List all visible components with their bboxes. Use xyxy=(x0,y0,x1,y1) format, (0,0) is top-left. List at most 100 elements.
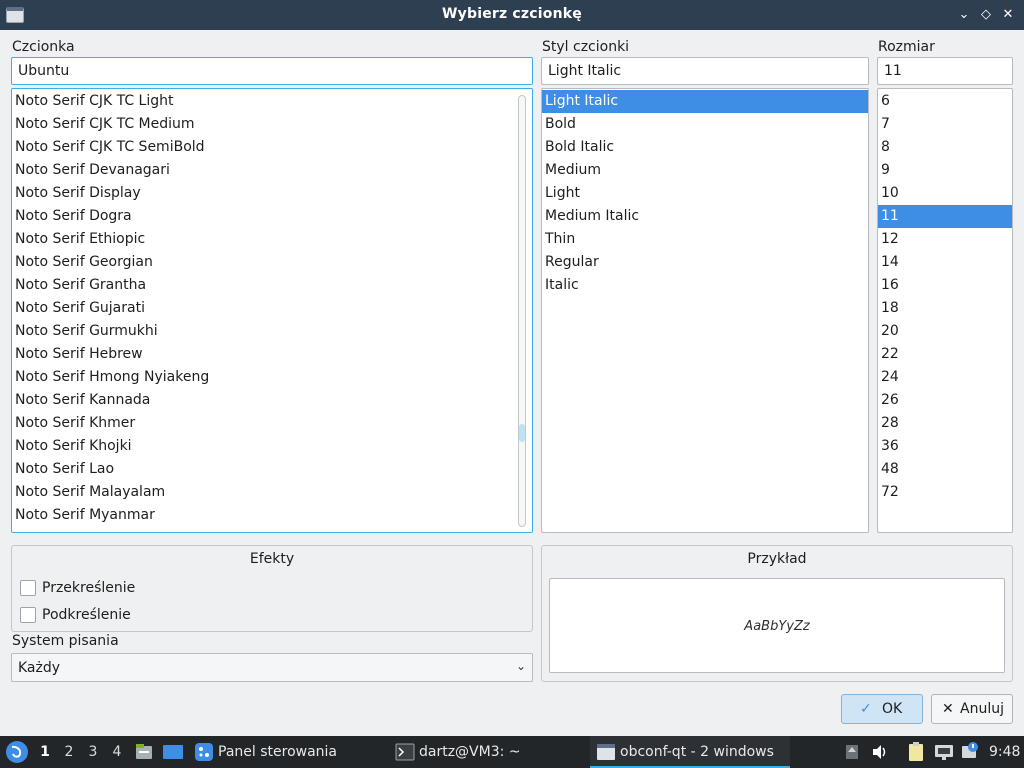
underline-label[interactable]: Podkreślenie xyxy=(42,607,131,623)
size-list-item[interactable]: 72 xyxy=(878,481,1012,504)
font-list-item[interactable]: Noto Serif Devanagari xyxy=(12,159,512,182)
size-list-item[interactable]: 20 xyxy=(878,320,1012,343)
app-menu-icon[interactable] xyxy=(5,740,29,764)
size-list-item[interactable]: 28 xyxy=(878,412,1012,435)
size-list-item[interactable]: 22 xyxy=(878,343,1012,366)
size-list-item[interactable]: 24 xyxy=(878,366,1012,389)
task-control-panel[interactable]: Panel sterowania xyxy=(218,744,337,760)
preview-group: Przykład AaBbYyZz xyxy=(541,545,1013,682)
cancel-button[interactable]: ✕ Anuluj xyxy=(931,694,1013,724)
font-label: Czcionka xyxy=(12,39,75,55)
font-list-item[interactable]: Noto Serif Hmong Nyiakeng xyxy=(12,366,512,389)
ok-button[interactable]: ✓ OK xyxy=(841,694,923,724)
preview-sample: AaBbYyZz xyxy=(744,619,810,634)
terminal-icon[interactable] xyxy=(395,743,415,761)
task-obconf[interactable]: obconf-qt - 2 windows xyxy=(620,744,774,760)
size-list-item[interactable]: 7 xyxy=(878,113,1012,136)
font-list-item[interactable]: Noto Serif CJK TC Light xyxy=(12,90,512,113)
writing-system-value: Każdy xyxy=(18,660,61,676)
font-list-item[interactable]: Noto Serif Khmer xyxy=(12,412,512,435)
font-list-item[interactable]: Noto Serif Kannada xyxy=(12,389,512,412)
font-list-item[interactable]: Noto Serif CJK TC Medium xyxy=(12,113,512,136)
maximize-icon[interactable]: ◇ xyxy=(977,6,995,24)
upload-icon[interactable] xyxy=(844,743,860,761)
style-list-item[interactable]: Thin xyxy=(542,228,868,251)
close-icon: ✕ xyxy=(942,701,954,717)
strikeout-checkbox[interactable] xyxy=(20,580,36,596)
font-list-item[interactable]: Noto Serif CJK TC SemiBold xyxy=(12,136,512,159)
effects-group: Efekty Przekreślenie Podkreślenie xyxy=(11,545,533,632)
style-list-item[interactable]: Italic xyxy=(542,274,868,297)
volume-icon[interactable] xyxy=(871,743,889,761)
file-manager-icon[interactable] xyxy=(134,742,154,762)
font-list-item[interactable]: Noto Serif Dogra xyxy=(12,205,512,228)
desktop-1[interactable]: 1 xyxy=(34,744,56,760)
minimize-icon[interactable]: ⌄ xyxy=(955,6,973,24)
close-icon[interactable]: ✕ xyxy=(999,6,1017,24)
style-list-item[interactable]: Bold Italic xyxy=(542,136,868,159)
style-list-item[interactable]: Medium Italic xyxy=(542,205,868,228)
size-list-item[interactable]: 12 xyxy=(878,228,1012,251)
size-list-item[interactable]: 26 xyxy=(878,389,1012,412)
size-list[interactable]: 6 7 8 9 10 11 12 14 16 18 20 22 24 26 28 36 48 72 xyxy=(877,88,1013,533)
style-list[interactable]: Light Italic Bold Bold Italic Medium Light Me… xyxy=(541,88,869,533)
font-list-scrollbar[interactable] xyxy=(518,95,526,527)
control-panel-icon[interactable] xyxy=(194,742,214,762)
style-label: Styl czcionki xyxy=(542,39,630,55)
font-list-item[interactable]: Noto Serif Gurmukhi xyxy=(12,320,512,343)
style-list-item[interactable]: Light Italic xyxy=(542,90,868,113)
window-titlebar[interactable]: Wybierz czcionkę ⌄ ◇ ✕ xyxy=(0,0,1024,30)
style-input[interactable]: Light Italic xyxy=(541,57,869,85)
font-list-item[interactable]: Noto Serif Ethiopic xyxy=(12,228,512,251)
underline-checkbox[interactable] xyxy=(20,607,36,623)
font-list-item[interactable]: Noto Serif Hebrew xyxy=(12,343,512,366)
font-list-item[interactable]: Noto Serif Grantha xyxy=(12,274,512,297)
strikeout-label[interactable]: Przekreślenie xyxy=(42,580,135,596)
desktop-2[interactable]: 2 xyxy=(58,744,80,760)
window-icon xyxy=(597,744,615,760)
network-icon[interactable] xyxy=(933,742,955,762)
size-label: Rozmiar xyxy=(878,39,935,55)
chevron-down-icon: ⌄ xyxy=(515,659,526,673)
task-terminal[interactable]: dartz@VM3: ~ xyxy=(419,744,521,760)
size-list-item[interactable]: 6 xyxy=(878,90,1012,113)
preview-box: AaBbYyZz xyxy=(549,578,1005,673)
font-list[interactable]: Noto Serif CJK TC Light Noto Serif CJK TC… xyxy=(11,88,533,533)
size-list-item[interactable]: 48 xyxy=(878,458,1012,481)
size-list-item[interactable]: 14 xyxy=(878,251,1012,274)
font-list-item[interactable]: Noto Serif Myanmar xyxy=(12,504,512,527)
font-list-item[interactable]: Noto Serif Gujarati xyxy=(12,297,512,320)
style-list-item[interactable]: Light xyxy=(542,182,868,205)
clock[interactable]: 9:48 xyxy=(989,744,1020,760)
size-list-item[interactable]: 10 xyxy=(878,182,1012,205)
writing-system-combobox[interactable]: Każdy ⌄ xyxy=(11,653,533,682)
font-input[interactable]: Ubuntu xyxy=(11,57,533,85)
size-input[interactable]: 11 xyxy=(877,57,1013,85)
style-list-item[interactable]: Medium xyxy=(542,159,868,182)
size-list-item[interactable]: 18 xyxy=(878,297,1012,320)
show-desktop-icon[interactable] xyxy=(162,742,184,762)
clipboard-icon[interactable] xyxy=(906,741,926,763)
window-title: Wybierz czcionkę xyxy=(442,6,582,22)
font-list-item[interactable]: Noto Serif Malayalam xyxy=(12,481,512,504)
style-list-item[interactable]: Bold xyxy=(542,113,868,136)
font-list-item[interactable]: Noto Serif Display xyxy=(12,182,512,205)
size-list-item[interactable]: 9 xyxy=(878,159,1012,182)
font-list-item[interactable]: Noto Serif Lao xyxy=(12,458,512,481)
taskbar: 1 2 3 4 Panel sterowania dartz@VM3: ~ ob… xyxy=(0,736,1024,768)
desktop-4[interactable]: 4 xyxy=(106,744,128,760)
size-list-item[interactable]: 36 xyxy=(878,435,1012,458)
cancel-button-label: Anuluj xyxy=(960,701,1004,717)
font-list-item[interactable]: Noto Serif Khojki xyxy=(12,435,512,458)
size-list-item[interactable]: 11 xyxy=(878,205,1012,228)
style-list-item[interactable]: Regular xyxy=(542,251,868,274)
notification-icon[interactable] xyxy=(960,742,980,762)
ok-button-label: OK xyxy=(882,701,903,717)
preview-title: Przykład xyxy=(747,551,807,567)
size-list-item[interactable]: 8 xyxy=(878,136,1012,159)
font-list-item[interactable]: Noto Serif Georgian xyxy=(12,251,512,274)
size-list-item[interactable]: 16 xyxy=(878,274,1012,297)
scrollbar-thumb[interactable] xyxy=(519,424,525,442)
effects-title: Efekty xyxy=(249,551,295,567)
desktop-3[interactable]: 3 xyxy=(82,744,104,760)
